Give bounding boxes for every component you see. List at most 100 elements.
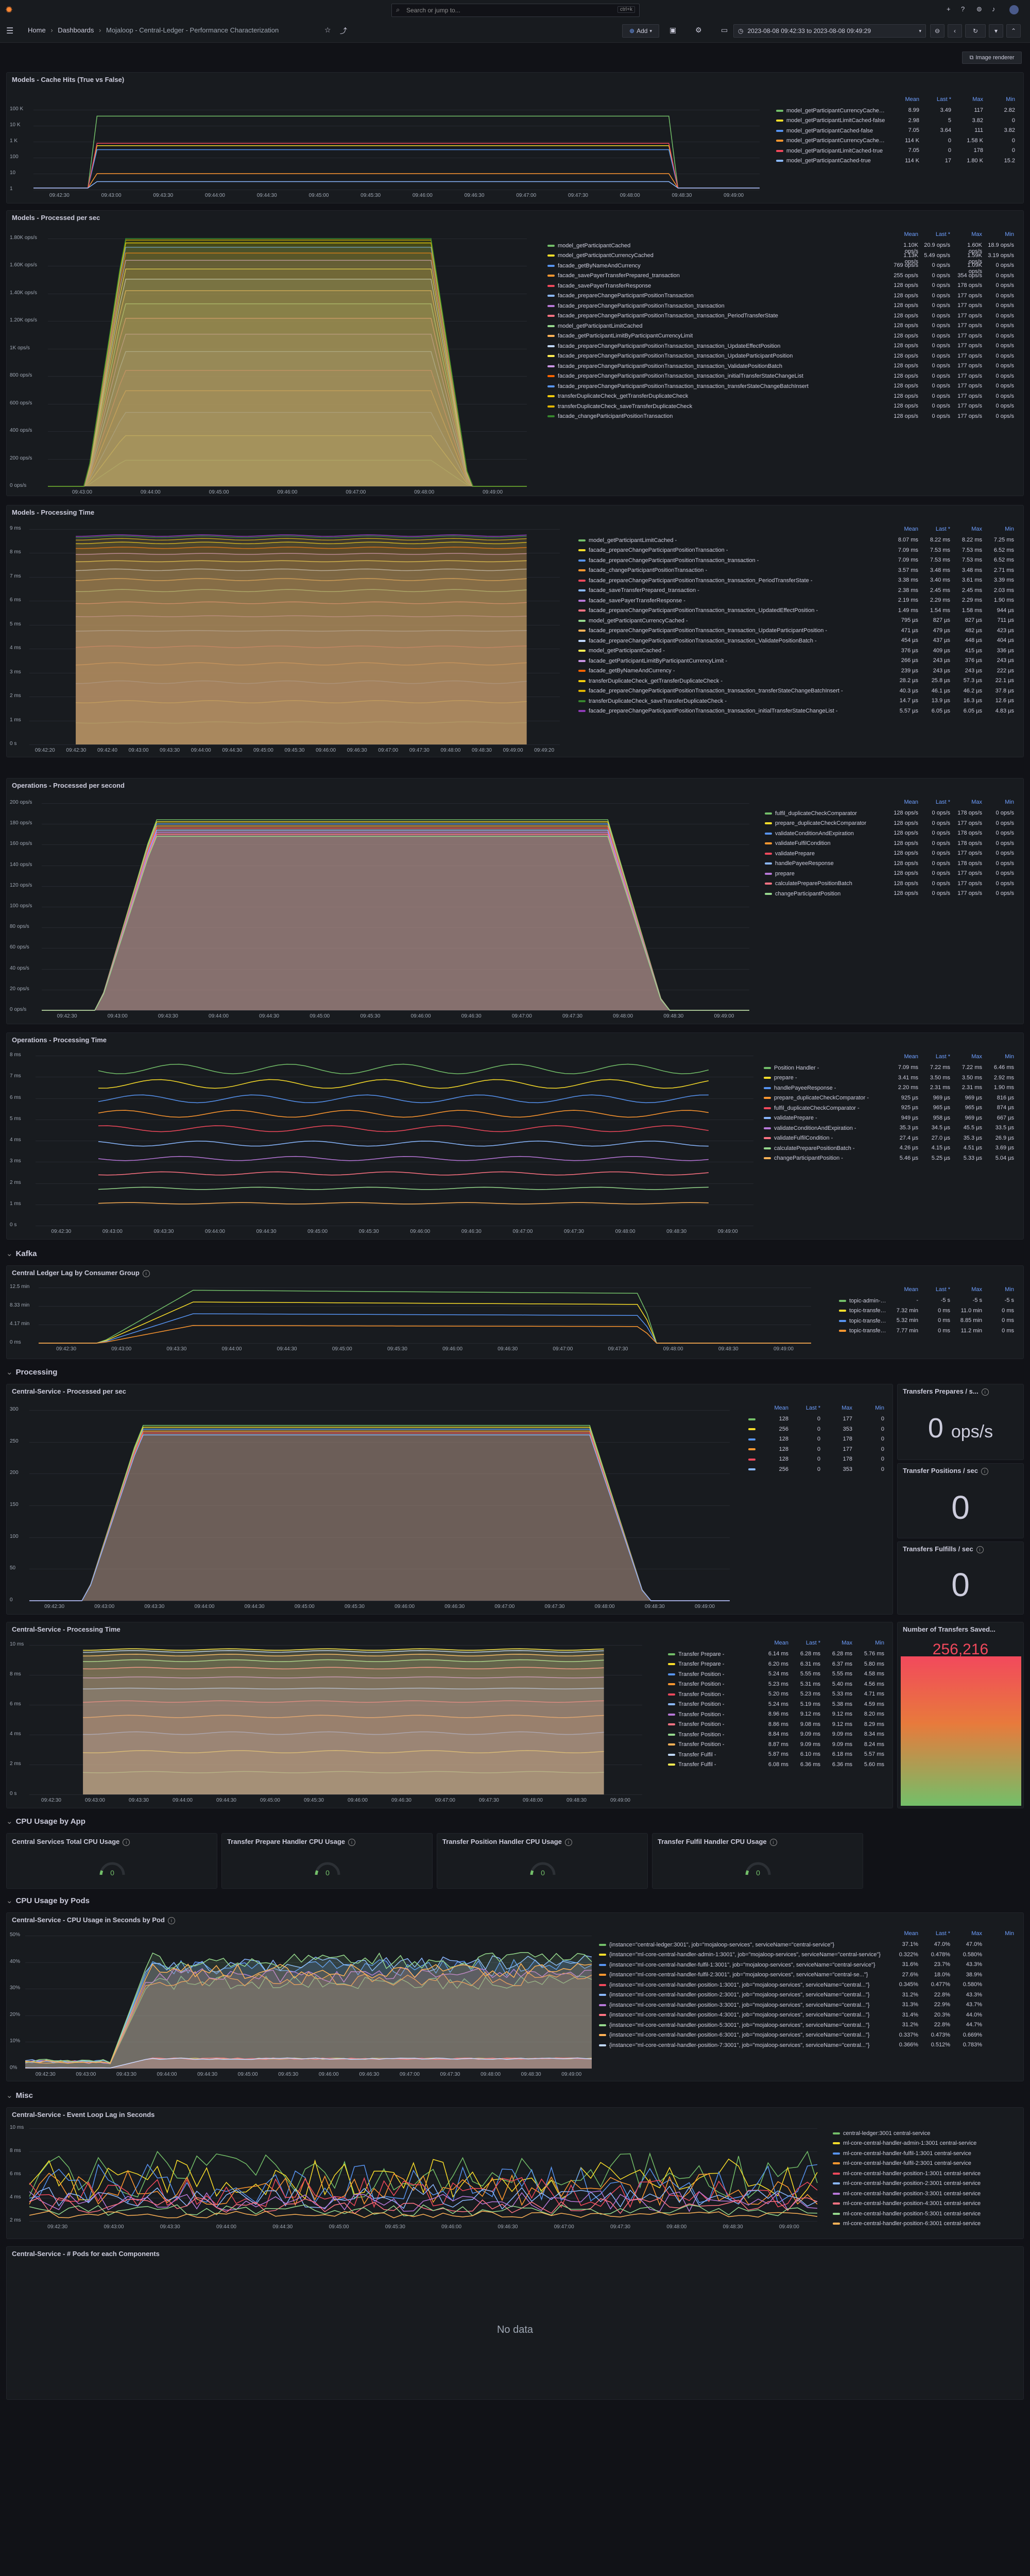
legend-item[interactable]: ml-core-central-handler-fulfil-2:3001 ce… [833,2159,1017,2168]
legend-item[interactable]: fulfil_duplicateCheckComparator - [764,1103,886,1113]
panel-cache-hits[interactable]: Models - Cache Hits (True vs False) 100 … [6,72,1024,204]
legend-item[interactable]: model_getParticipantLimitCached - [578,535,886,545]
gauge-panel[interactable]: Transfer Position Handler CPU Usage i 0 [437,1833,648,1889]
legend-item[interactable]: topic-transfer-position [839,1316,886,1326]
stat-transfers-prepares[interactable]: Transfers Prepares / s... i 0 ops/s [897,1384,1024,1460]
chart-plot-area[interactable] [42,803,749,1010]
legend-item[interactable]: facade_savePayerTransferResponse [547,281,886,291]
legend-item[interactable]: Transfer Position - [668,1720,757,1730]
legend-item[interactable]: model_getParticipantCurrencyCached [547,251,886,261]
chart-plot-area[interactable] [33,110,760,190]
legend-item[interactable]: facade_savePayerTransferResponse - [578,596,886,605]
panel-operations-processing-time[interactable]: Operations - Processing Time 8 ms 7 ms 6 m… [6,1032,1024,1240]
legend-item[interactable]: transferDuplicateCheck_getTransferDuplic… [547,392,886,401]
legend-item[interactable]: topic-admin-transfer [839,1296,886,1306]
legend-item[interactable]: facade_prepareChangeParticipantPositionT… [547,341,886,351]
stat-transfer-positions[interactable]: Transfer Positions / sec i 0 [897,1463,1024,1538]
legend-item[interactable]: {instance="ml-core-central-handler-posit… [599,1990,886,2000]
time-back-button[interactable]: ‹ [948,24,962,38]
legend-item[interactable]: ml-core-central-handler-position-6:3001 … [833,2219,1017,2229]
legend-item[interactable]: model_getParticipantCurrencyCached - [578,616,886,625]
help-icon[interactable]: ? [961,5,965,13]
legend-item[interactable]: facade_prepareChangeParticipantPositionT… [547,311,886,321]
legend-item[interactable]: facade_savePayerTransferPrepared_transac… [547,271,886,281]
legend-item[interactable]: facade_getParticipantLimitByParticipantC… [547,331,886,341]
legend-item[interactable]: model_getParticipantCached-true [776,156,887,166]
gauge-panel[interactable]: Transfer Prepare Handler CPU Usage i 0 [221,1833,433,1889]
panel-kafka-lag[interactable]: Central Ledger Lag by Consumer Group i 12… [6,1265,1024,1359]
chart-plot-area[interactable] [48,239,527,486]
info-icon[interactable]: i [976,1546,984,1553]
chart-plot-area[interactable] [29,1645,642,1794]
add-button[interactable]: ⊕ Add ▾ [622,24,659,38]
legend-item[interactable]: ml-core-central-handler-admin-1:3001 cen… [833,2139,1017,2148]
legend-item[interactable]: transferDuplicateCheck_getTransferDuplic… [578,676,886,686]
legend-item[interactable]: facade_prepareChangeParticipantPositionT… [547,351,886,361]
image-renderer-button[interactable]: ⧉ Image renderer [962,52,1022,64]
legend-item[interactable]: validatePrepare - [764,1113,886,1123]
refresh-button[interactable]: ↻ [965,24,986,38]
section-misc[interactable]: ⌄ Misc [6,2091,33,2100]
info-icon[interactable]: i [770,1839,777,1846]
info-icon[interactable]: i [168,1917,175,1924]
legend-item[interactable]: facade_prepareChangeParticipantPositionT… [547,361,886,371]
chart-plot-area[interactable] [29,1410,730,1601]
legend-item[interactable]: facade_prepareChangeParticipantPositionT… [578,546,886,555]
legend-item[interactable]: - position [748,1425,757,1434]
info-icon[interactable]: i [982,1388,989,1396]
legend-item[interactable]: model_getParticipantLimitCached-true [776,146,887,156]
zoom-out-button[interactable]: ⊖ [930,24,945,38]
legend-item[interactable]: facade_changeParticipantPositionTransact… [578,566,886,575]
legend-item[interactable]: facade_prepareChangeParticipantPositionT… [578,706,886,716]
panel-models-processed[interactable]: Models - Processed per sec 1.80K ops/s 1.… [6,210,1024,496]
legend-item[interactable]: model_getParticipantLimitCached-false [776,116,887,126]
legend-item[interactable]: facade_getParticipantLimitByParticipantC… [578,656,886,666]
legend-item[interactable]: Position Handler - [764,1063,886,1073]
legend-item[interactable]: {instance="ml-core-central-handler-fulfi… [599,1970,886,1980]
legend-item[interactable]: {instance="central-ledger:3001", job="mo… [599,1940,886,1950]
legend-item[interactable]: Transfer Prepare - [668,1659,757,1669]
legend-item[interactable]: facade_getByNameAndCurrency [547,261,886,270]
info-icon[interactable]: i [565,1839,572,1846]
plus-icon[interactable]: + [947,5,951,13]
legend-item[interactable]: Value [748,1465,757,1475]
legend-item[interactable]: {instance="ml-core-central-handler-admin… [599,1950,886,1960]
legend-item[interactable]: validateFulfilCondition - [764,1133,886,1143]
info-icon[interactable]: i [123,1839,130,1846]
legend-item[interactable]: prepare_duplicateCheckComparator [765,819,886,828]
gear-icon[interactable]: ⚙ [695,26,702,35]
info-icon[interactable]: i [981,1468,988,1475]
legend-item[interactable]: facade_prepareChangeParticipantPositionT… [578,606,886,616]
legend-item[interactable]: facade_saveTransferPrepared_transaction … [578,586,886,596]
legend-item[interactable]: facade_changeParticipantPositionTransact… [547,412,886,421]
legend-item[interactable]: Transfer Fulfil - [668,1760,757,1770]
legend-item[interactable]: Transfer Position - [668,1740,757,1750]
legend-item[interactable]: facade_prepareChangeParticipantPositionT… [578,686,886,696]
legend-item[interactable]: prepare [765,869,886,878]
legend-item[interactable]: model_getParticipantLimitCached [547,321,886,331]
breadcrumb-dashboards[interactable]: Dashboards [58,26,94,34]
legend-item[interactable]: Transfer Position - [668,1730,757,1739]
info-icon[interactable]: i [348,1839,355,1846]
panel-pods-components[interactable]: Central-Service - # Pods for each Compon… [6,2246,1024,2400]
panel-models-processing-time[interactable]: Models - Processing Time 9 ms 8 ms 7 ms 6 m… [6,505,1024,757]
legend-item[interactable]: validatePrepare [765,849,886,858]
legend-item[interactable]: fulfil_duplicateCheckComparator [765,808,886,818]
breadcrumb-home[interactable]: Home [28,26,46,34]
legend-item[interactable]: facade_prepareChangeParticipantPositionT… [578,636,886,646]
collapse-toolbar-button[interactable]: ⌃ [1006,24,1021,38]
legend-item[interactable]: Transfer Position - [668,1669,757,1679]
save-icon[interactable]: ▣ [670,26,676,35]
legend-item[interactable]: Transfer Position - [668,1709,757,1719]
legend-item[interactable]: facade_prepareChangeParticipantPositionT… [547,291,886,301]
panel-cs-processing-time[interactable]: Central-Service - Processing Time 10 ms 8… [6,1622,893,1808]
search-box[interactable]: ⌕ Search or jump to... ctrl+k [391,4,640,17]
legend-item[interactable]: Transfer Position - [668,1700,757,1709]
legend-item[interactable]: {instance="ml-core-central-handler-posit… [599,2040,886,2050]
section-processing[interactable]: ⌄ Processing [6,1367,57,1377]
legend-item[interactable]: ml-core-central-handler-position-2:3001 … [833,2179,1017,2189]
chart-plot-area[interactable] [29,2128,817,2221]
legend-item[interactable]: facade_getByNameAndCurrency - [578,666,886,676]
legend-item[interactable]: transferDuplicateCheck_saveTransferDupli… [547,401,886,411]
legend-item[interactable]: model_getParticipantCached - [578,646,886,656]
